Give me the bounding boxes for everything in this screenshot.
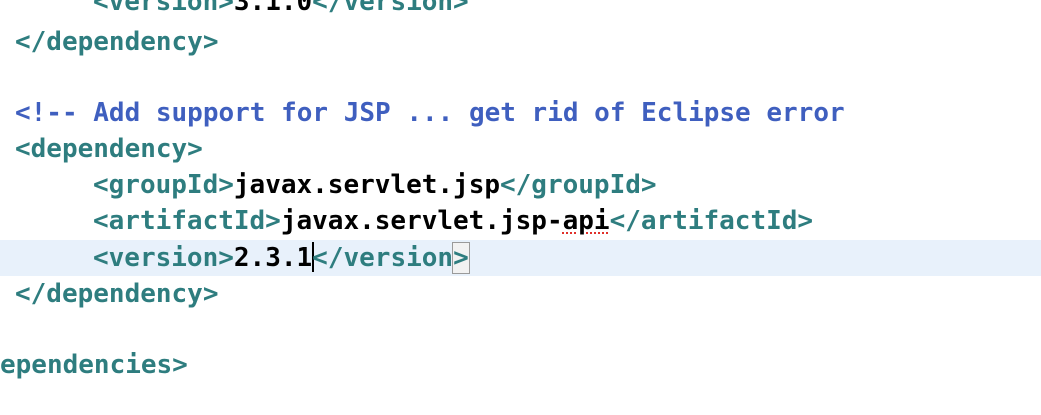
- xml-comment: <!-- Add support for JSP ... get rid of …: [15, 98, 845, 128]
- dependency-close-tag: </dependency>: [15, 279, 219, 309]
- code-line-dependency-open: <dependency>: [0, 131, 1041, 167]
- code-line-version-current[interactable]: <version>2.3.1</version>: [0, 240, 1041, 276]
- version-value[interactable]: 2.3.1: [234, 243, 312, 273]
- artifact-id-close-tag: </artifactId>: [609, 206, 814, 236]
- version-open-tag: <version>: [93, 243, 234, 273]
- code-line-dependency-close: </dependency>: [0, 24, 1041, 60]
- code-line-version-prev: <version>3.1.0</version>: [0, 0, 1041, 20]
- spelling-error-word[interactable]: api: [563, 206, 610, 236]
- version-value: 3.1.0: [233, 0, 313, 17]
- dependency-close-tag: </dependency>: [15, 27, 219, 57]
- group-id-close-tag: </groupId>: [500, 170, 657, 200]
- artifact-id-open-tag: <artifactId>: [93, 206, 281, 236]
- code-line-group-id: <groupId>javax.servlet.jsp</groupId>: [0, 167, 1041, 203]
- dependency-open-tag: <dependency>: [15, 134, 203, 164]
- group-id-open-tag: <groupId>: [93, 170, 234, 200]
- code-line-comment: <!-- Add support for JSP ... get rid of …: [0, 95, 1041, 131]
- version-open-tag: <version>: [93, 0, 234, 17]
- code-line-dependencies-close: ependencies>: [0, 347, 1041, 383]
- code-line-artifact-id: <artifactId>javax.servlet.jsp-api</artif…: [0, 203, 1041, 239]
- dependencies-close-tag: ependencies>: [0, 350, 188, 380]
- matching-bracket-highlight: >: [452, 242, 470, 274]
- code-line-dependency-close-2: </dependency>: [0, 276, 1041, 312]
- version-close-tag: </version>: [312, 0, 469, 17]
- xml-code-editor[interactable]: <version>3.1.0</version> </dependency> <…: [0, 0, 1041, 415]
- artifact-id-value: javax.servlet.jsp-: [280, 206, 563, 236]
- group-id-value: javax.servlet.jsp: [233, 170, 500, 200]
- version-close-tag: </version: [312, 243, 454, 273]
